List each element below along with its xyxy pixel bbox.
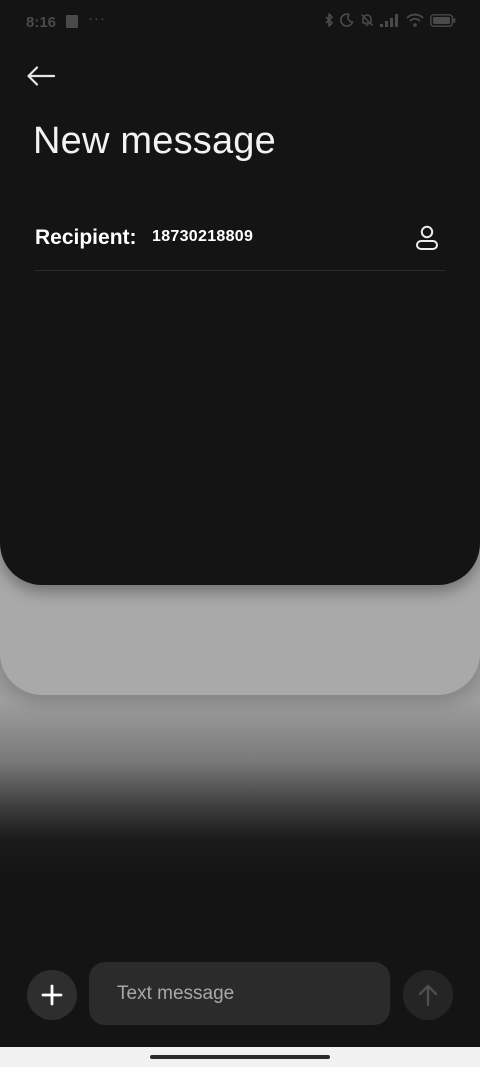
person-icon — [416, 225, 438, 250]
battery-icon — [430, 13, 456, 27]
home-gesture-handle[interactable] — [150, 1055, 330, 1059]
recipient-label: Recipient: — [35, 226, 137, 249]
message-input-container[interactable] — [89, 962, 390, 1025]
wifi-icon — [406, 13, 424, 27]
moon-icon — [340, 13, 354, 27]
arrow-left-icon — [27, 66, 56, 86]
plus-icon — [41, 984, 63, 1006]
contact-picker-button[interactable] — [411, 222, 443, 254]
notification-icon — [66, 15, 78, 28]
status-time: 8:16 — [26, 14, 57, 31]
page-title: New message — [33, 120, 276, 162]
status-icons — [324, 13, 456, 27]
arrow-up-icon — [418, 984, 438, 1007]
compose-card: 8:16 ··· New message Recipient: 18730218… — [0, 0, 480, 585]
navigation-bar — [0, 1047, 480, 1067]
recipient-row[interactable]: Recipient: 18730218809 — [35, 214, 445, 271]
recipient-number[interactable]: 18730218809 — [152, 228, 253, 246]
bell-off-icon — [360, 13, 374, 27]
bluetooth-icon — [325, 13, 333, 27]
add-attachment-button[interactable] — [27, 970, 77, 1020]
back-button[interactable] — [22, 58, 60, 94]
status-bar: 8:16 ··· — [0, 0, 480, 46]
status-overflow: ··· — [88, 10, 106, 27]
message-input[interactable] — [89, 962, 390, 1025]
send-button[interactable] — [403, 970, 453, 1020]
signal-icon — [380, 13, 398, 27]
